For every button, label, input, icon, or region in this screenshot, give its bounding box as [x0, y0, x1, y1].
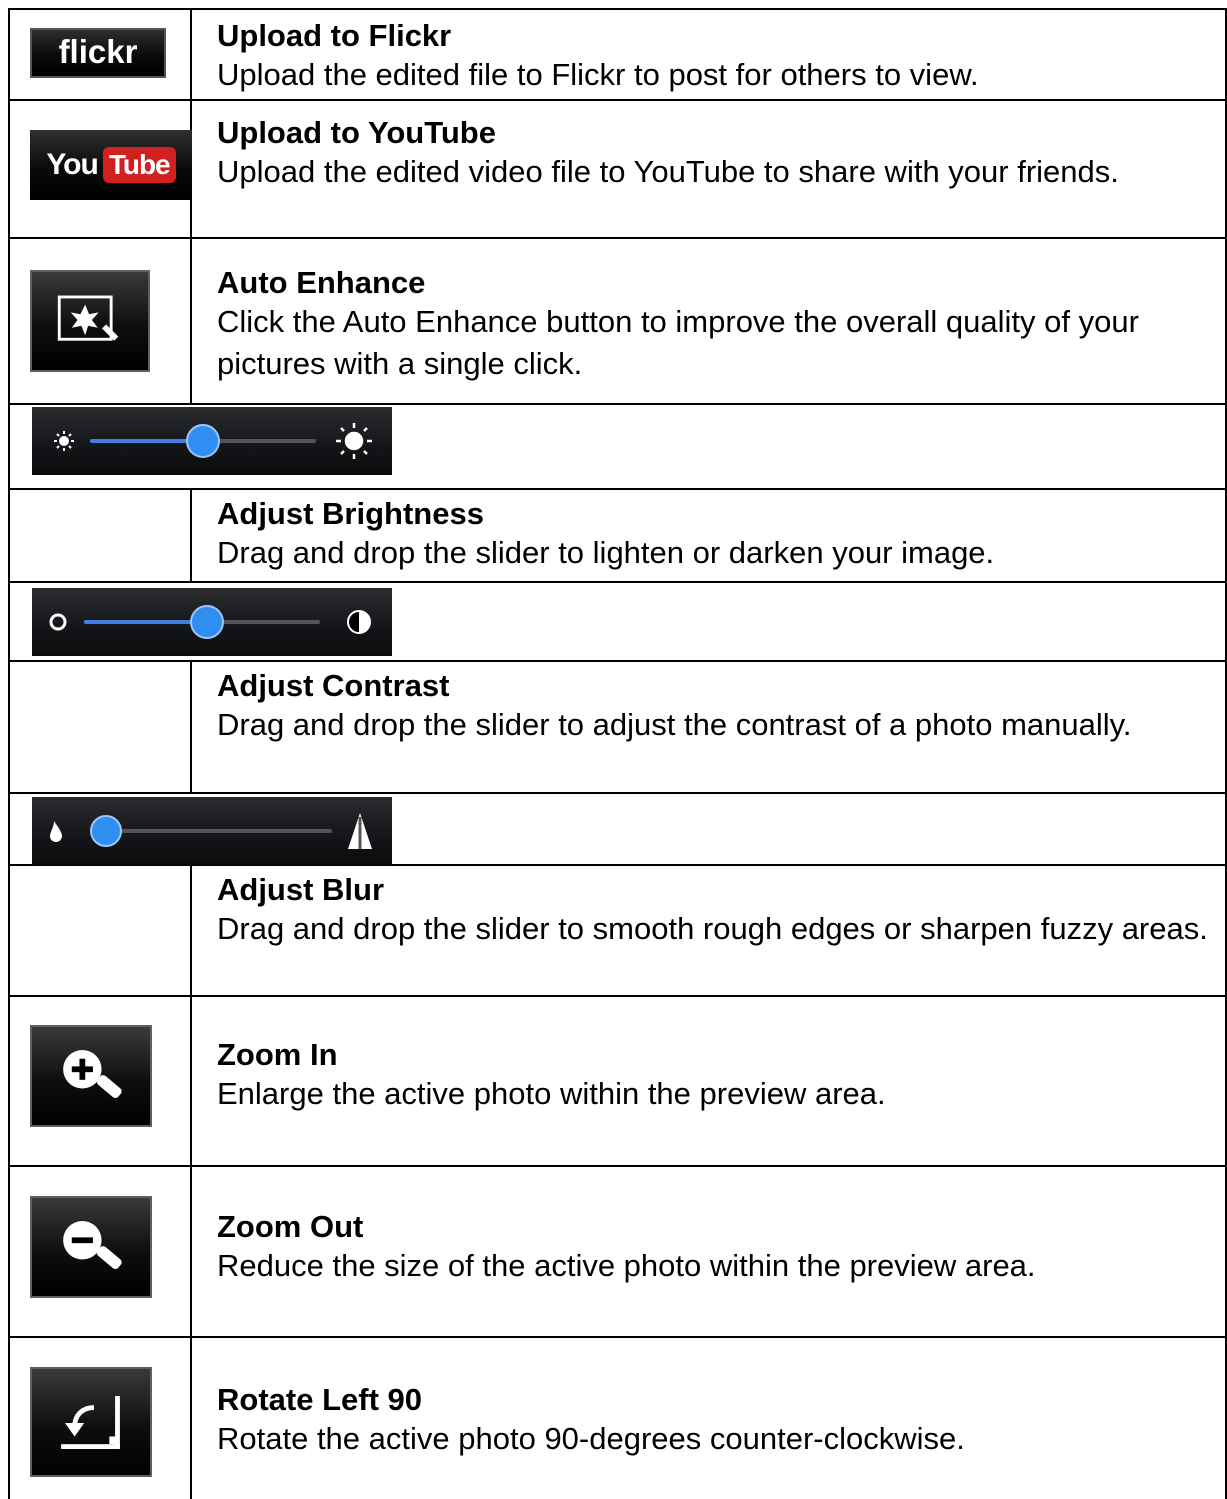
row-zoom-in: Zoom In Enlarge the active photo within … [217, 1038, 1217, 1115]
feature-title: Upload to YouTube [217, 115, 496, 150]
row-auto-enhance: Auto Enhance Click the Auto Enhance butt… [217, 266, 1217, 385]
youtube-logo-icon[interactable]: You Tube [30, 130, 192, 200]
youtube-logo-you: You [46, 148, 98, 181]
column-divider [190, 8, 192, 404]
feature-description: Enlarge the active photo within the prev… [217, 1076, 886, 1111]
feature-title: Adjust Blur [217, 872, 385, 907]
feature-description: Upload the edited file to Flickr to post… [217, 57, 979, 92]
feature-description: Reduce the size of the active photo with… [217, 1248, 1036, 1283]
zoom-out-icon[interactable] [30, 1196, 152, 1298]
zoom-in-icon[interactable] [30, 1025, 152, 1127]
contrast-slider-graphic [49, 605, 371, 639]
row-adjust-brightness: Adjust Brightness Drag and drop the slid… [217, 497, 1217, 574]
brightness-slider[interactable] [32, 407, 392, 475]
column-divider [190, 488, 192, 582]
blur-drop-icon [50, 821, 62, 842]
contrast-slider[interactable] [32, 588, 392, 656]
sun-large-icon [336, 423, 372, 459]
blur-slider[interactable] [32, 797, 392, 865]
row-zoom-out: Zoom Out Reduce the size of the active p… [217, 1210, 1217, 1287]
column-divider [190, 864, 192, 1499]
feature-title: Adjust Contrast [217, 668, 450, 703]
row-adjust-contrast: Adjust Contrast Drag and drop the slider… [217, 669, 1217, 746]
contrast-low-icon [49, 613, 67, 631]
feature-title: Rotate Left 90 [217, 1382, 422, 1417]
feature-title: Zoom Out [217, 1209, 364, 1244]
feature-description: Drag and drop the slider to adjust the c… [217, 707, 1132, 742]
flickr-logo-icon[interactable]: flickr [30, 28, 166, 78]
table-left-border [8, 8, 10, 1499]
auto-enhance-icon[interactable] [30, 270, 150, 372]
brightness-slider-graphic [54, 423, 372, 459]
feature-title: Adjust Brightness [217, 496, 484, 531]
contrast-high-icon [347, 610, 371, 634]
row-rotate-left: Rotate Left 90 Rotate the active photo 9… [217, 1383, 1217, 1460]
feature-description: Drag and drop the slider to smooth rough… [217, 911, 1208, 946]
flickr-logo-text: flickr [58, 33, 138, 70]
blur-slider-graphic [50, 813, 372, 849]
youtube-logo-tube: Tube [102, 147, 176, 183]
row-upload-flickr: Upload to Flickr Upload the edited file … [217, 19, 1217, 96]
row-upload-youtube: Upload to YouTube Upload the edited vide… [217, 116, 1217, 193]
feature-reference-table: flickr Upload to Flickr Upload the edite… [0, 0, 1227, 1499]
sharpen-icon [348, 813, 372, 849]
feature-description: Click the Auto Enhance button to improve… [217, 304, 1139, 381]
feature-description: Drag and drop the slider to lighten or d… [217, 535, 995, 570]
rotate-left-icon[interactable] [30, 1367, 152, 1477]
feature-title: Auto Enhance [217, 265, 426, 300]
column-divider [190, 660, 192, 793]
feature-title: Zoom In [217, 1037, 338, 1072]
feature-description: Upload the edited video file to YouTube … [217, 154, 1119, 189]
feature-title: Upload to Flickr [217, 18, 452, 53]
feature-description: Rotate the active photo 90-degrees count… [217, 1421, 965, 1456]
sun-small-icon [54, 431, 74, 451]
row-adjust-blur: Adjust Blur Drag and drop the slider to … [217, 873, 1217, 950]
